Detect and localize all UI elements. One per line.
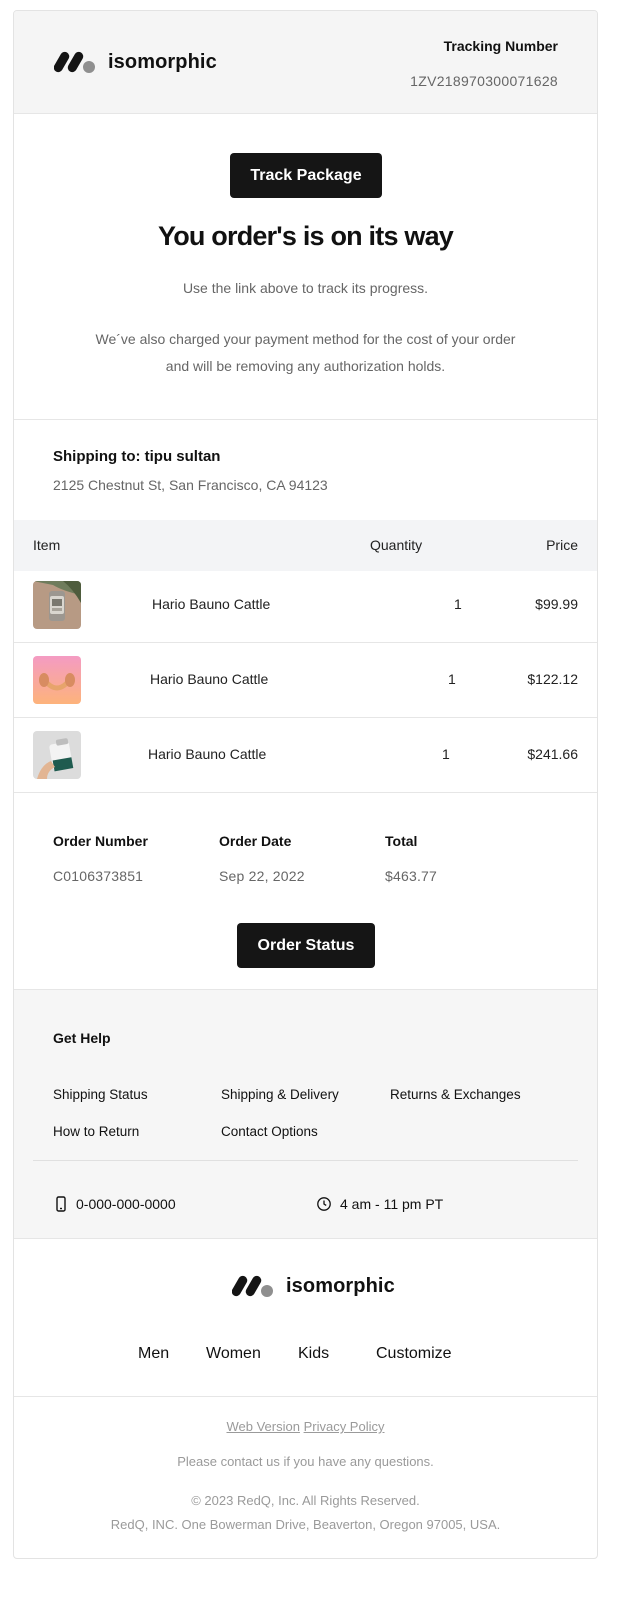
order-status-button[interactable]: Order Status [237, 923, 375, 968]
company-address: RedQ, INC. One Bowerman Drive, Beaverton… [110, 1517, 501, 1532]
track-package-button[interactable]: Track Package [230, 153, 382, 198]
help-link-shipping-delivery[interactable]: Shipping & Delivery [221, 1087, 339, 1102]
phone-contact[interactable]: 0-000-000-0000 [54, 1196, 176, 1212]
order-total-label: Total [385, 833, 418, 849]
item-quantity: 1 [448, 671, 456, 687]
brand-name: isomorphic [108, 50, 217, 73]
help-link-shipping-status[interactable]: Shipping Status [53, 1087, 148, 1102]
tracking-number-label: Tracking Number [443, 38, 558, 54]
item-price: $241.66 [527, 746, 578, 762]
privacy-policy-link[interactable]: Privacy Policy [304, 1419, 385, 1434]
footer-nav-men[interactable]: Men [138, 1345, 169, 1363]
footer-nav-customize[interactable]: Customize [376, 1345, 452, 1363]
column-header-quantity: Quantity [370, 537, 423, 553]
item-name: Hario Bauno Cattle [152, 596, 271, 612]
help-bottom-divider [14, 1238, 597, 1239]
help-link-how-to-return[interactable]: How to Return [53, 1124, 139, 1139]
footer-nav-women[interactable]: Women [206, 1345, 261, 1363]
header-divider [14, 113, 597, 114]
column-header-item: Item [33, 537, 61, 553]
copyright: © 2023 RedQ, Inc. All Rights Reserved. [191, 1493, 420, 1508]
shipping-recipient: Shipping to: tipu sultan [53, 448, 221, 465]
table-row: Hario Bauno Cattle 1 $241.66 [14, 721, 597, 796]
hero-divider [14, 419, 597, 420]
footer-nav-kids[interactable]: Kids [298, 1345, 329, 1363]
item-name: Hario Bauno Cattle [150, 671, 269, 687]
shipment-headline: You order's is on its way [158, 221, 454, 251]
column-header-price: Price [546, 537, 578, 553]
order-date-label: Order Date [219, 833, 292, 849]
table-row: Hario Bauno Cattle 1 $122.12 [14, 646, 597, 721]
tracking-number-value: 1ZV218970300071628 [410, 73, 558, 89]
order-date-value: Sep 22, 2022 [219, 868, 305, 884]
hero-text-line-1: Use the link above to track its progress… [182, 280, 429, 296]
email-header: isomorphic Tracking Number 1ZV2189703000… [14, 11, 597, 113]
watch-product-photo[interactable] [33, 581, 81, 629]
clock-icon [317, 1197, 331, 1211]
order-number-value: C0106373851 [53, 868, 144, 884]
brand-logo-icon [232, 1275, 273, 1297]
brand-logo[interactable]: isomorphic [54, 49, 217, 75]
footer-brand-logo[interactable]: isomorphic [232, 1273, 395, 1299]
phone-number: 0-000-000-0000 [76, 1196, 176, 1212]
help-section: Get Help Shipping Status Shipping & Deli… [14, 990, 597, 1238]
contact-note: Please contact us if you have any questi… [177, 1454, 434, 1469]
table-bottom-divider [14, 792, 597, 793]
shipping-address: 2125 Chestnut St, San Francisco, CA 9412… [53, 477, 328, 493]
items-table-header: Item Quantity Price [14, 520, 597, 571]
brand-logo-icon [54, 51, 95, 73]
item-name: Hario Bauno Cattle [148, 746, 267, 762]
help-link-returns-exchanges[interactable]: Returns & Exchanges [390, 1087, 521, 1102]
row-divider [14, 717, 597, 718]
email-card: isomorphic Tracking Number 1ZV2189703000… [13, 10, 598, 1559]
help-link-contact-options[interactable]: Contact Options [221, 1124, 318, 1139]
help-divider [33, 1160, 578, 1161]
cosmetic-product-photo[interactable] [33, 731, 81, 779]
order-total-value: $463.77 [385, 868, 438, 884]
item-quantity: 1 [442, 746, 450, 762]
footer-brand-name: isomorphic [286, 1274, 395, 1297]
support-hours-text: 4 am - 11 pm PT [340, 1196, 444, 1212]
item-quantity: 1 [454, 596, 462, 612]
footer-divider [14, 1396, 597, 1397]
item-price: $122.12 [527, 671, 578, 687]
get-help-title: Get Help [53, 1030, 111, 1046]
hero-text-line-3: and will be removing any authorization h… [165, 358, 446, 374]
web-version-link[interactable]: Web Version [226, 1419, 299, 1434]
headphones-product-photo[interactable] [33, 656, 81, 704]
row-divider [14, 642, 597, 643]
item-price: $99.99 [535, 596, 578, 612]
order-number-label: Order Number [53, 833, 148, 849]
phone-icon [56, 1196, 66, 1212]
hero-text-line-2: We´ve also charged your payment method f… [95, 331, 516, 347]
footer-links: Web Version Privacy Policy [14, 1419, 597, 1434]
support-hours: 4 am - 11 pm PT [316, 1196, 443, 1212]
table-row: Hario Bauno Cattle 1 $99.99 [14, 571, 597, 646]
